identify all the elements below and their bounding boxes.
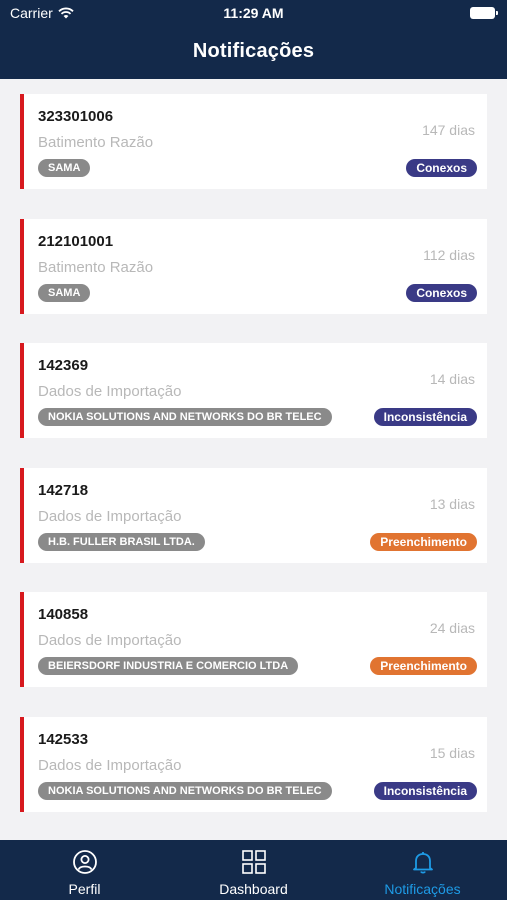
company-badge: BEIERSDORF INDUSTRIA E COMERCIO LTDA xyxy=(38,657,299,675)
notification-subtitle: Dados de Importação xyxy=(38,383,182,400)
page-title: Notificações xyxy=(192,40,315,62)
notification-code: 140858 xyxy=(38,606,89,623)
notification-subtitle: Dados de Importação xyxy=(38,507,182,525)
notification-card[interactable]: 323301006 Batimento Razão 147 dias SAMA Cone… xyxy=(20,94,487,189)
tab-perfil[interactable]: Perfil xyxy=(0,840,169,900)
category-tag: Conexos xyxy=(406,159,477,177)
company-badge: NOKIA SOLUTIONS AND NETWORKS DO BR TELEC xyxy=(38,781,332,800)
notification-subtitle: Batimento Razão xyxy=(38,258,154,276)
company-badge: SAMA xyxy=(38,283,91,302)
tab-notificacoes[interactable]: Notificações xyxy=(338,840,507,900)
notification-code: 212101001 xyxy=(38,232,114,250)
category-tag: Preenchimento xyxy=(370,532,477,551)
notification-days: 112 dias xyxy=(423,246,475,263)
notification-card[interactable]: 142533 Dados de Importação 15 dias NOKIA SO… xyxy=(20,716,487,812)
notification-days: 24 dias xyxy=(429,620,475,636)
notification-code: 142533 xyxy=(38,730,89,748)
notification-days: 147 dias xyxy=(422,122,475,138)
status-bar: Carrier 11:29 AM xyxy=(0,5,507,23)
category-tag: Inconsistência xyxy=(373,408,477,426)
company-badge: NOKIA SOLUTIONS AND NETWORKS DO BR TELEC xyxy=(38,408,332,426)
company-badge: SAMA xyxy=(38,159,91,177)
profile-icon xyxy=(72,850,97,874)
notification-code: 142718 xyxy=(38,481,89,499)
notification-code: 323301006 xyxy=(38,108,114,125)
notification-code: 142369 xyxy=(38,357,89,374)
notification-card[interactable]: 212101001 Batimento Razão 112 dias SAMA Cone… xyxy=(20,218,487,314)
notification-days: 13 dias xyxy=(429,495,475,512)
notification-days: 15 dias xyxy=(429,744,475,761)
notification-card[interactable]: 142718 Dados de Importação 13 dias H.B. FUL… xyxy=(20,467,487,563)
dashboard-icon xyxy=(241,850,266,874)
tab-dashboard[interactable]: Dashboard xyxy=(169,840,338,900)
notification-subtitle: Dados de Importação xyxy=(38,756,182,774)
tab-label: Perfil xyxy=(68,881,101,897)
notification-days: 14 dias xyxy=(429,371,475,387)
notification-card[interactable]: 142369 Dados de Importação 14 dias NOKIA SO… xyxy=(20,343,487,438)
category-tag: Inconsistência xyxy=(373,781,477,800)
notification-card[interactable]: 140858 Dados de Importação 24 dias BEIERSDO… xyxy=(20,592,487,687)
bell-icon xyxy=(412,852,433,874)
tab-bar: Perfil Dashboard Notificações xyxy=(0,840,507,900)
clock: 11:29 AM xyxy=(223,5,284,21)
notification-subtitle: Batimento Razão xyxy=(38,134,154,151)
battery-icon xyxy=(470,7,498,19)
category-tag: Preenchimento xyxy=(370,657,477,675)
top-bar: Carrier 11:29 AM Notificações xyxy=(0,0,507,79)
tab-label: Notificações xyxy=(384,881,461,897)
tab-label: Dashboard xyxy=(219,881,288,897)
company-badge: H.B. FULLER BRASIL LTDA. xyxy=(38,532,205,551)
notification-subtitle: Dados de Importação xyxy=(38,632,182,649)
category-tag: Conexos xyxy=(406,283,477,302)
